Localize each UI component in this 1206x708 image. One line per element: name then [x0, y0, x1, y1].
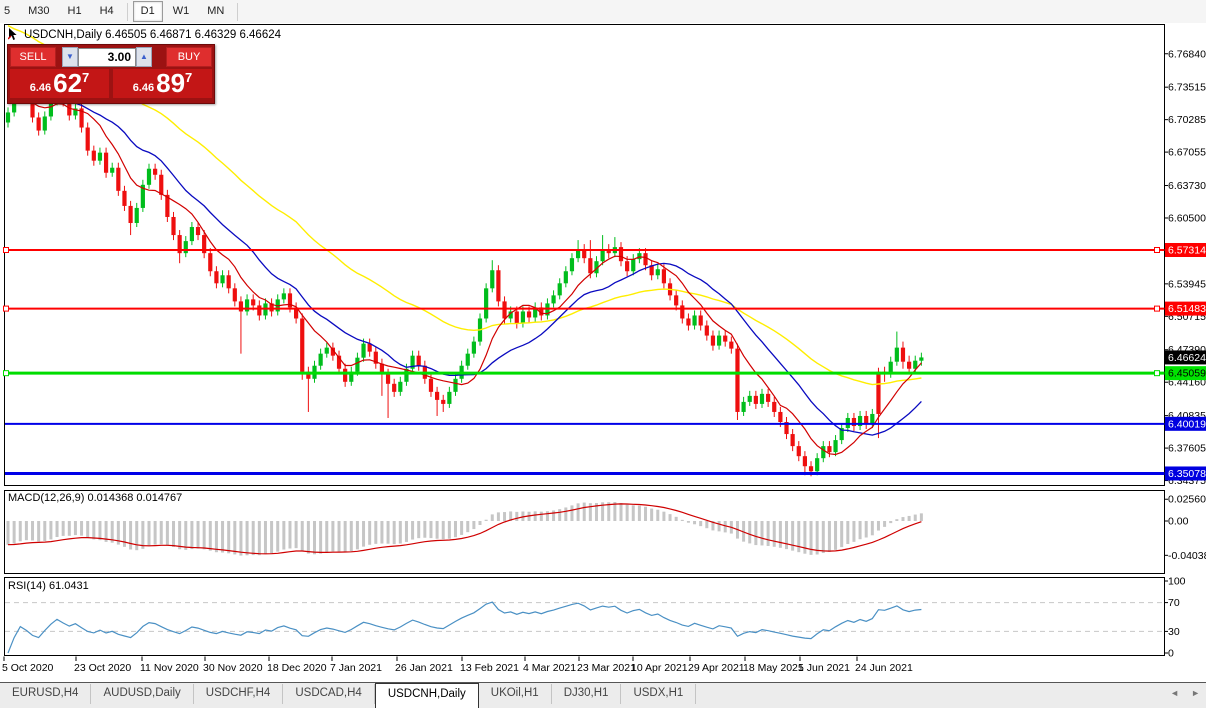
svg-text:4 Mar 2021: 4 Mar 2021 [523, 662, 576, 674]
svg-text:5 Oct 2020: 5 Oct 2020 [2, 662, 54, 674]
svg-text:18 Dec 2020: 18 Dec 2020 [267, 662, 327, 674]
buy-price-prefix: 6.46 [133, 82, 154, 94]
svg-text:6.37605: 6.37605 [1168, 443, 1206, 455]
svg-text:6.35078: 6.35078 [1168, 468, 1206, 480]
sell-price-box[interactable]: 6.46 62 7 [10, 69, 109, 98]
svg-text:6.57314: 6.57314 [1168, 245, 1206, 257]
tab-scroll-left-icon[interactable]: ◄ [1164, 683, 1185, 703]
chart-tab-usdcnh-daily[interactable]: USDCNH,Daily [375, 683, 479, 708]
svg-text:6.60500: 6.60500 [1168, 212, 1206, 224]
chart-tab-audusd-daily[interactable]: AUDUSD,Daily [91, 684, 193, 704]
svg-text:24 Jun 2021: 24 Jun 2021 [855, 662, 913, 674]
timeframe-button-mn[interactable]: MN [199, 1, 232, 22]
one-click-trade-widget: SELL ▼ 3.00 ▲ BUY 6.46 62 7 6.46 89 7 [7, 44, 215, 104]
volume-field[interactable]: 3.00 [78, 48, 136, 67]
chart-tab-usdcad-h4[interactable]: USDCAD,H4 [283, 684, 374, 704]
timeframe-button-h1[interactable]: H1 [60, 1, 90, 22]
chart-tab-eurusd-h4[interactable]: EURUSD,H4 [0, 684, 91, 704]
svg-text:26 Jan 2021: 26 Jan 2021 [395, 662, 453, 674]
svg-text:6.45059: 6.45059 [1168, 368, 1206, 380]
chart-title-text: USDCNH,Daily 6.46505 6.46871 6.46329 6.4… [24, 29, 281, 41]
svg-text:0.025609: 0.025609 [1168, 494, 1206, 506]
sell-price-big: 62 [53, 70, 82, 97]
buy-price-big: 89 [156, 70, 185, 97]
cursor-icon [8, 28, 19, 41]
svg-text:6.46624: 6.46624 [1168, 352, 1206, 364]
svg-text:29 Apr 2021: 29 Apr 2021 [688, 662, 745, 674]
svg-text:6.67055: 6.67055 [1168, 147, 1206, 159]
toolbar-separator [237, 3, 238, 21]
timeframe-button-h4[interactable]: H4 [92, 1, 122, 22]
sell-price-sup: 7 [82, 70, 89, 85]
price-chart[interactable]: 6.76840 6.73515 6.70285 6.67055 6.63730 6.605… [0, 23, 1206, 682]
symbol-tab-bar: EURUSD,H4AUDUSD,DailyUSDCHF,H4USDCAD,H4U… [0, 682, 1206, 708]
svg-text:6.40019: 6.40019 [1168, 418, 1206, 430]
svg-text:100: 100 [1168, 576, 1186, 588]
svg-text:6.76840: 6.76840 [1168, 48, 1206, 60]
timeframe-toolbar: 5M30H1H4 D1W1MN [0, 0, 1206, 24]
svg-text:0.00: 0.00 [1168, 516, 1189, 528]
svg-text:10 Apr 2021: 10 Apr 2021 [631, 662, 688, 674]
sell-price-prefix: 6.46 [30, 82, 51, 94]
svg-text:6.51483: 6.51483 [1168, 303, 1206, 315]
buy-price-box[interactable]: 6.46 89 7 [113, 69, 212, 98]
volume-spinner: ▼ 3.00 ▲ [62, 47, 160, 67]
volume-increase-icon[interactable]: ▲ [136, 47, 152, 67]
chart-tab-dj30-h1[interactable]: DJ30,H1 [552, 684, 622, 704]
chart-title: USDCNH,Daily 6.46505 6.46871 6.46329 6.4… [8, 28, 281, 41]
svg-text:7 Jan 2021: 7 Jan 2021 [330, 662, 382, 674]
chart-tab-usdchf-h4[interactable]: USDCHF,H4 [194, 684, 284, 704]
svg-text:23 Mar 2021: 23 Mar 2021 [577, 662, 636, 674]
toolbar-separator [127, 3, 128, 21]
tab-scroll-right-icon[interactable]: ► [1185, 683, 1206, 703]
svg-text:6.70285: 6.70285 [1168, 114, 1206, 126]
svg-text:11 Nov 2020: 11 Nov 2020 [140, 662, 199, 674]
svg-text:23 Oct 2020: 23 Oct 2020 [74, 662, 131, 674]
svg-text:6.63730: 6.63730 [1168, 180, 1206, 192]
timeframe-button-m30[interactable]: M30 [20, 1, 57, 22]
svg-text:-0.04038: -0.04038 [1168, 550, 1206, 562]
svg-text:30: 30 [1168, 626, 1180, 638]
svg-text:5 Jun 2021: 5 Jun 2021 [798, 662, 850, 674]
chart-tab-ukoil-h1[interactable]: UKOil,H1 [479, 684, 552, 704]
rsi-indicator-label: RSI(14) 61.0431 [8, 580, 89, 592]
svg-text:6.53945: 6.53945 [1168, 278, 1206, 290]
svg-text:0: 0 [1168, 648, 1174, 660]
svg-text:30 Nov 2020: 30 Nov 2020 [203, 662, 263, 674]
macd-indicator-label: MACD(12,26,9) 0.014368 0.014767 [8, 492, 182, 504]
buy-price-sup: 7 [185, 70, 192, 85]
svg-text:13 Feb 2021: 13 Feb 2021 [460, 662, 519, 674]
svg-text:18 May 2021: 18 May 2021 [743, 662, 804, 674]
svg-text:70: 70 [1168, 597, 1180, 609]
timeframe-button-w1[interactable]: W1 [165, 1, 198, 22]
chart-tab-usdx-h1[interactable]: USDX,H1 [621, 684, 696, 704]
sell-button[interactable]: SELL [10, 47, 56, 67]
timeframe-button-5[interactable]: 5 [0, 1, 18, 22]
timeframe-button-d1[interactable]: D1 [133, 1, 163, 22]
svg-text:6.73515: 6.73515 [1168, 82, 1206, 94]
trading-app-window: { "toolbar": { "items": ["5","M30","H1",… [0, 0, 1206, 707]
volume-decrease-icon[interactable]: ▼ [62, 47, 78, 67]
buy-button[interactable]: BUY [166, 47, 212, 67]
